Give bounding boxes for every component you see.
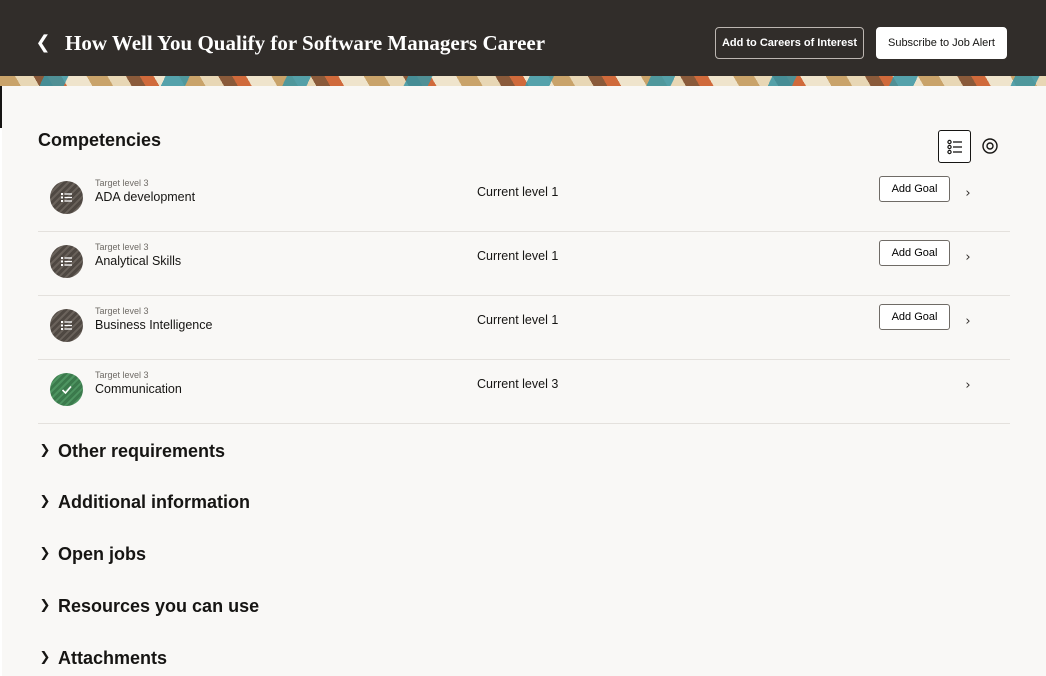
back-button[interactable]: ❮ <box>32 30 54 56</box>
add-goal-button[interactable]: Add Goal <box>879 240 950 266</box>
competency-name: Analytical Skills <box>95 254 182 268</box>
section-label: Open jobs <box>58 544 147 564</box>
section-additional-information[interactable]: ❯ Additional information <box>38 488 438 518</box>
list-view-icon <box>947 139 962 155</box>
checklist-icon <box>61 193 72 202</box>
competency-name: Business Intelligence <box>95 318 213 332</box>
chevron-right-icon[interactable]: › <box>960 312 976 332</box>
section-resources-you-can-use[interactable]: ❯ Resources you can use <box>38 592 438 622</box>
add-goal-button[interactable]: Add Goal <box>879 304 950 330</box>
section-label: Attachments <box>58 648 168 668</box>
competency-row[interactable]: Target level 3 Business Intelligence Cur… <box>38 296 1010 360</box>
target-level: Target level 3 <box>95 370 149 380</box>
competency-row[interactable]: Target level 3 Communication Current lev… <box>38 360 1010 424</box>
current-level: Current level 1 <box>477 313 559 327</box>
section-label: Additional information <box>58 492 250 512</box>
competency-row[interactable]: Target level 3 ADA development Current l… <box>38 168 1010 232</box>
checklist-icon <box>61 321 72 330</box>
competencies-heading: Competencies <box>38 130 162 150</box>
competency-row[interactable]: Target level 3 Analytical Skills Current… <box>38 232 1010 296</box>
current-level: Current level 1 <box>477 185 559 199</box>
chevron-left-icon: ❮ <box>35 32 51 53</box>
add-to-careers-of-interest-button[interactable]: Add to Careers of Interest <box>715 27 864 59</box>
chevron-right-icon[interactable]: › <box>960 248 976 268</box>
competency-name: Communication <box>95 382 182 396</box>
competency-status-avatar <box>50 309 83 342</box>
page-title: How Well You Qualify for Software Manage… <box>65 31 546 55</box>
chevron-right-icon[interactable]: › <box>960 184 976 204</box>
list-view-button[interactable] <box>938 130 971 163</box>
chevron-right-icon: ❯ <box>39 650 51 665</box>
competency-status-avatar <box>50 245 83 278</box>
target-level: Target level 3 <box>95 178 149 188</box>
section-label: Other requirements <box>58 441 226 461</box>
target-level: Target level 3 <box>95 242 149 252</box>
target-level: Target level 3 <box>95 306 149 316</box>
checkmark-icon <box>61 385 72 395</box>
chevron-right-icon[interactable]: › <box>960 376 976 396</box>
target-icon <box>982 138 998 154</box>
section-open-jobs[interactable]: ❯ Open jobs <box>38 540 438 570</box>
competency-status-avatar <box>50 181 83 214</box>
section-attachments[interactable]: ❯ Attachments <box>38 644 438 674</box>
competency-status-avatar <box>50 373 83 406</box>
subscribe-to-job-alert-button[interactable]: Subscribe to Job Alert <box>876 27 1007 59</box>
decorative-banner <box>0 76 1046 86</box>
current-level: Current level 1 <box>477 249 559 263</box>
add-goal-button[interactable]: Add Goal <box>879 176 950 202</box>
chevron-right-icon: ❯ <box>39 494 51 509</box>
checklist-icon <box>61 257 72 266</box>
current-level: Current level 3 <box>477 377 559 391</box>
chevron-right-icon: ❯ <box>39 546 51 561</box>
page-header: ❮ How Well You Qualify for Software Mana… <box>0 0 1046 86</box>
competency-name: ADA development <box>95 190 196 204</box>
chevron-right-icon: ❯ <box>39 443 51 458</box>
section-label: Resources you can use <box>58 596 260 616</box>
section-other-requirements[interactable]: ❯ Other requirements <box>38 437 438 467</box>
radar-view-button[interactable] <box>980 136 1000 156</box>
chevron-right-icon: ❯ <box>39 598 51 613</box>
